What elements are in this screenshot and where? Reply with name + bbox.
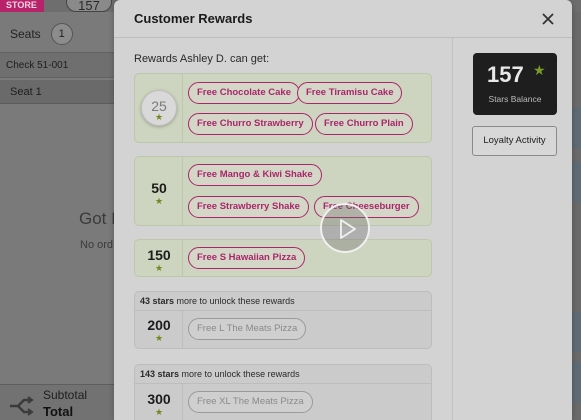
close-icon[interactable] bbox=[540, 11, 556, 27]
order-count-badge[interactable]: 157 bbox=[66, 0, 112, 12]
modal-header: Customer Rewards bbox=[114, 0, 572, 38]
tier-stars-cell: 150 ★ bbox=[135, 240, 183, 276]
seats-label: Seats bbox=[10, 27, 41, 41]
stars-balance-label: Stars Balance bbox=[488, 94, 542, 104]
reward-chip[interactable]: Free Churro Plain bbox=[315, 113, 413, 135]
tier-stars-cell: 300 ★ bbox=[135, 384, 183, 420]
subtotal-label: Subtotal bbox=[43, 388, 88, 402]
stars-balance-value: 157 bbox=[487, 62, 524, 87]
total-label: Total bbox=[43, 404, 74, 419]
modal-title: Customer Rewards bbox=[134, 11, 253, 26]
unlock-requirement: 43 stars more to unlock these rewards bbox=[135, 292, 431, 311]
locked-reward-tier: 43 stars more to unlock these rewards 20… bbox=[134, 291, 432, 349]
menu-tile[interactable] bbox=[572, 108, 581, 148]
tier-stars-value: 300 bbox=[147, 391, 171, 407]
reward-tier: 25 ★ Free Chocolate Cake Free Tiramisu C… bbox=[134, 73, 432, 143]
play-icon[interactable] bbox=[320, 203, 370, 253]
reward-chip[interactable]: Free Churro Strawberry bbox=[188, 113, 313, 135]
unlock-suffix: more to unlock these rewards bbox=[179, 369, 300, 379]
balance-panel: 157 ★ Stars Balance Loyalty Activity bbox=[452, 38, 572, 420]
star-icon: ★ bbox=[154, 333, 164, 343]
store-button[interactable]: STORE bbox=[0, 0, 44, 12]
empty-order-title: Got I bbox=[79, 209, 116, 228]
tier-stars-cell: 50 ★ bbox=[135, 157, 183, 225]
locked-reward-chip: Free L The Meats Pizza bbox=[188, 318, 307, 340]
reward-tier: 50 ★ Free Mango & Kiwi Shake Free Strawb… bbox=[134, 156, 432, 226]
star-icon: ★ bbox=[154, 196, 164, 206]
locked-reward-chip: Free XL The Meats Pizza bbox=[188, 391, 313, 413]
star-icon: ★ bbox=[154, 407, 164, 417]
tier-stars-cell: 25 ★ bbox=[135, 74, 183, 142]
reward-chip[interactable]: Free S Hawaiian Pizza bbox=[188, 247, 306, 269]
locked-reward-tier: 143 stars more to unlock these rewards 3… bbox=[134, 364, 432, 420]
seat-row[interactable]: Seat 1 bbox=[0, 80, 114, 104]
reward-chip[interactable]: Free Strawberry Shake bbox=[188, 196, 309, 218]
reward-chip[interactable]: Free Tiramisu Cake bbox=[297, 82, 403, 104]
locked-tier-body: 300 ★ Free XL The Meats Pizza bbox=[135, 384, 431, 420]
star-icon: ★ bbox=[154, 263, 164, 273]
tier-stars-cell: 200 ★ bbox=[135, 311, 183, 348]
stars-balance-card: 157 ★ Stars Balance bbox=[473, 53, 557, 115]
tier-stars-value: 50 bbox=[151, 180, 167, 196]
reward-tier: 150 ★ Free S Hawaiian Pizza bbox=[134, 239, 432, 277]
seats-count-badge: 1 bbox=[50, 23, 73, 45]
menu-tiles-strip bbox=[572, 12, 581, 420]
stars-needed: 43 stars bbox=[140, 296, 175, 306]
tier-stars-value: 200 bbox=[147, 317, 171, 333]
unlock-requirement: 143 stars more to unlock these rewards bbox=[135, 365, 431, 384]
seats-row[interactable]: Seats 1 bbox=[0, 20, 114, 48]
star-icon: ★ bbox=[533, 62, 546, 78]
stars-needed: 143 stars bbox=[140, 369, 180, 379]
star-icon: ★ bbox=[154, 112, 164, 122]
check-number: Check 51-001 bbox=[0, 52, 114, 78]
loyalty-activity-button[interactable]: Loyalty Activity bbox=[472, 126, 557, 156]
reward-chip[interactable]: Free Chocolate Cake bbox=[188, 82, 300, 104]
menu-tile[interactable] bbox=[572, 312, 581, 352]
locked-tier-body: 200 ★ Free L The Meats Pizza bbox=[135, 311, 431, 348]
split-check-icon[interactable] bbox=[8, 396, 34, 416]
tier-stars-circle: 25 ★ bbox=[141, 90, 177, 126]
unlock-suffix: more to unlock these rewards bbox=[174, 296, 295, 306]
menu-tile[interactable] bbox=[572, 162, 581, 202]
rewards-list: Rewards Ashley D. can get: 25 ★ Free Cho… bbox=[114, 38, 452, 420]
menu-tile[interactable] bbox=[572, 362, 581, 402]
empty-order-subtitle: No ord bbox=[80, 239, 114, 251]
rewards-intro: Rewards Ashley D. can get: bbox=[134, 53, 270, 65]
reward-chip[interactable]: Free Mango & Kiwi Shake bbox=[188, 164, 322, 186]
tier-stars-value: 150 bbox=[147, 247, 171, 263]
